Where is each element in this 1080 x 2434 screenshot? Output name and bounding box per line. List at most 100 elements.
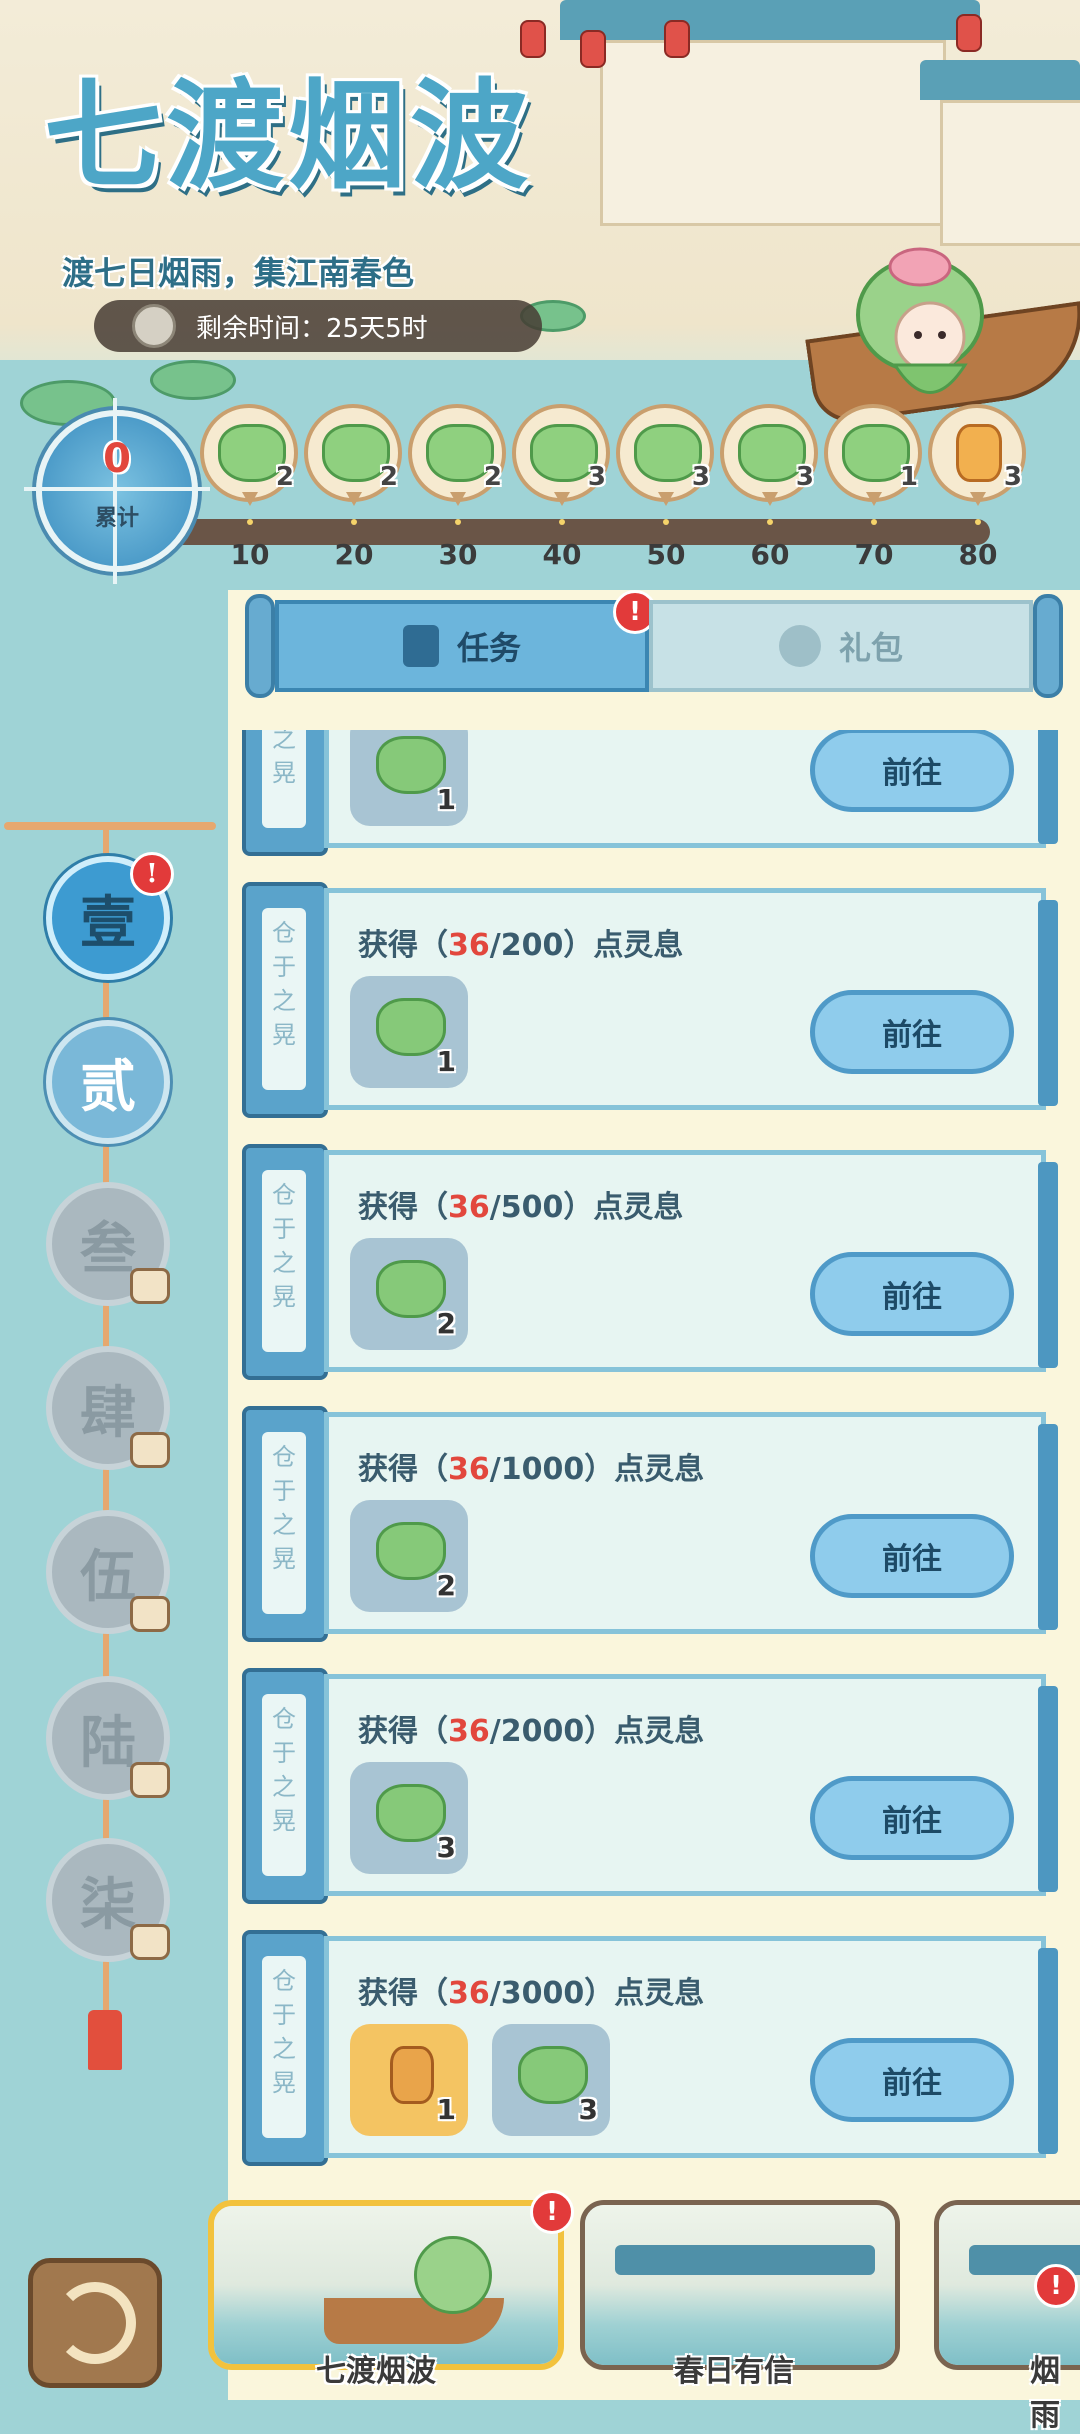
event-subtitle: 渡七日烟雨，集江南春色 (62, 254, 415, 292)
task-reward-count: 3 (578, 2093, 598, 2126)
lotus-spirit-icon (376, 1522, 446, 1580)
total-progress-value: 0 (103, 436, 131, 482)
task-list[interactable]: 仓于之晃1前往仓于之晃获得（36/200）点灵息1前往仓于之晃获得（36/500… (242, 730, 1058, 2176)
chapter-button-3[interactable]: 叁 (46, 1182, 170, 1306)
milestone-reward[interactable]: 3 (616, 404, 716, 525)
go-button[interactable]: 前往 (810, 990, 1014, 1074)
task-card: 仓于之晃 获得（36/2000）点灵息 3 前往 (242, 1668, 1058, 1904)
go-button[interactable]: 前往 (810, 1776, 1014, 1860)
tab-gifts[interactable]: 礼包 (649, 600, 1033, 692)
task-prefix: 获得（ (358, 1714, 448, 1749)
task-card: 仓于之晃 获得（36/3000）点灵息 1 3 前往 (242, 1930, 1058, 2166)
milestone-threshold: 10 (230, 538, 270, 571)
task-reward-slot[interactable]: 3 (492, 2024, 610, 2136)
chapter-button-5[interactable]: 伍 (46, 1510, 170, 1634)
tassel-decoration (88, 2010, 122, 2070)
building-decoration (600, 40, 946, 226)
milestone-reward[interactable]: 2 (304, 404, 404, 525)
go-button[interactable]: 前往 (810, 730, 1014, 812)
task-reward-count: 2 (436, 1307, 456, 1340)
total-progress-label: 累计 (94, 506, 139, 531)
milestone-reward[interactable]: 2 (408, 404, 508, 525)
task-reward-slot[interactable]: 1 (350, 2024, 468, 2136)
tab-tasks-label: 任务 (456, 629, 521, 667)
back-button[interactable] (28, 2258, 162, 2388)
milestone-threshold: 60 (750, 538, 790, 571)
task-spine-label: 仓于之晃 (262, 1432, 306, 1614)
chapter-button-7[interactable]: 柒 (46, 1838, 170, 1962)
milestone-reward[interactable]: 3 (720, 404, 820, 525)
task-progress-current: 36 (448, 1714, 490, 1749)
task-prefix: 获得（ (358, 928, 448, 963)
event-card-label: 七渡烟波 (316, 2354, 436, 2389)
milestone-threshold: 30 (438, 538, 478, 571)
book-icon (402, 625, 439, 667)
task-progress-current: 36 (448, 1190, 490, 1225)
milestone-reward[interactable]: 2 (200, 404, 300, 525)
task-suffix: 点灵息 (593, 1190, 684, 1225)
task-description: 获得（36/500）点灵息 (358, 1182, 683, 1226)
task-reward-slot[interactable]: 1 (350, 730, 468, 826)
event-card-1[interactable] (208, 2200, 564, 2370)
lotus-spirit-icon (376, 736, 446, 794)
task-description: 获得（36/200）点灵息 (358, 920, 683, 964)
task-prefix: 获得（ (358, 1190, 448, 1225)
chapter-button-4[interactable]: 肆 (46, 1346, 170, 1470)
chapter-label: 壹 (80, 889, 136, 956)
event-card-label: 烟雨 (1030, 2354, 1060, 2433)
task-progress-target: /2000） (489, 1714, 615, 1749)
task-reward-slot[interactable]: 3 (350, 1762, 468, 1874)
chapter-label: 陆 (80, 1709, 136, 1776)
milestone-reward-count: 3 (1003, 462, 1022, 492)
task-prefix: 获得（ (358, 1976, 448, 2011)
lotus-spirit-icon (376, 998, 446, 1056)
task-progress-target: /500） (489, 1190, 594, 1225)
tab-tasks[interactable]: 任务 (275, 600, 649, 692)
lock-icon (130, 1924, 170, 1960)
chapter-button-2[interactable]: 贰 (46, 1020, 170, 1144)
task-reward-slot[interactable]: 1 (350, 976, 468, 1088)
go-button[interactable]: 前往 (810, 2038, 1014, 2122)
milestone-marker (663, 519, 669, 525)
milestone-reward[interactable]: 3 (512, 404, 612, 525)
lock-icon (130, 1762, 170, 1798)
task-suffix: 点灵息 (614, 1714, 705, 1749)
tab-bar: 任务 ! 礼包 (245, 590, 1063, 698)
task-description: 获得（36/2000）点灵息 (358, 1706, 704, 1750)
lotus-girl-thumbnail (414, 2236, 492, 2314)
task-reward-slot[interactable]: 2 (350, 1500, 468, 1612)
chapter-button-1[interactable]: 壹! (46, 852, 174, 980)
milestone-threshold: 70 (854, 538, 894, 571)
milestone-reward[interactable]: 3 (928, 404, 1028, 525)
task-suffix: 点灵息 (614, 1976, 705, 2011)
task-spine-label: 仓于之晃 (262, 908, 306, 1090)
chapter-button-6[interactable]: 陆 (46, 1676, 170, 1800)
lantern-icon (664, 20, 690, 58)
event-notification-badge: ! (1034, 2264, 1078, 2308)
event-notification-badge: ! (530, 2190, 574, 2234)
task-card-spine: 仓于之晃 (242, 1930, 328, 2166)
milestone-reward-count: 3 (795, 462, 814, 492)
event-card-label: 春日有信 (674, 2354, 794, 2389)
event-card-2[interactable] (580, 2200, 900, 2370)
event-thumbnail (585, 2205, 895, 2365)
task-card-spine: 仓于之晃 (242, 882, 328, 1118)
task-progress-current: 36 (448, 928, 490, 963)
task-reward-count: 1 (436, 2093, 456, 2126)
task-reward-slot[interactable]: 2 (350, 1238, 468, 1350)
remaining-time-bar: 剩余时间： 25天5时 (94, 300, 542, 352)
task-card: 仓于之晃 获得（36/200）点灵息 1 前往 (242, 882, 1058, 1118)
lantern-icon (580, 30, 606, 68)
lotus-girl-illustration (856, 247, 984, 394)
chapter-label: 叁 (80, 1215, 136, 1282)
chapter-notification-badge: ! (130, 852, 174, 896)
task-prefix: 获得（ (358, 1452, 448, 1487)
task-card: 仓于之晃 获得（36/500）点灵息 2 前往 (242, 1144, 1058, 1380)
roof-decoration (560, 0, 980, 40)
go-button[interactable]: 前往 (810, 1514, 1014, 1598)
chapter-label: 肆 (80, 1379, 136, 1446)
milestone-reward[interactable]: 1 (824, 404, 924, 525)
go-button[interactable]: 前往 (810, 1252, 1014, 1336)
task-suffix: 点灵息 (614, 1452, 705, 1487)
gourd-icon (390, 2046, 434, 2104)
